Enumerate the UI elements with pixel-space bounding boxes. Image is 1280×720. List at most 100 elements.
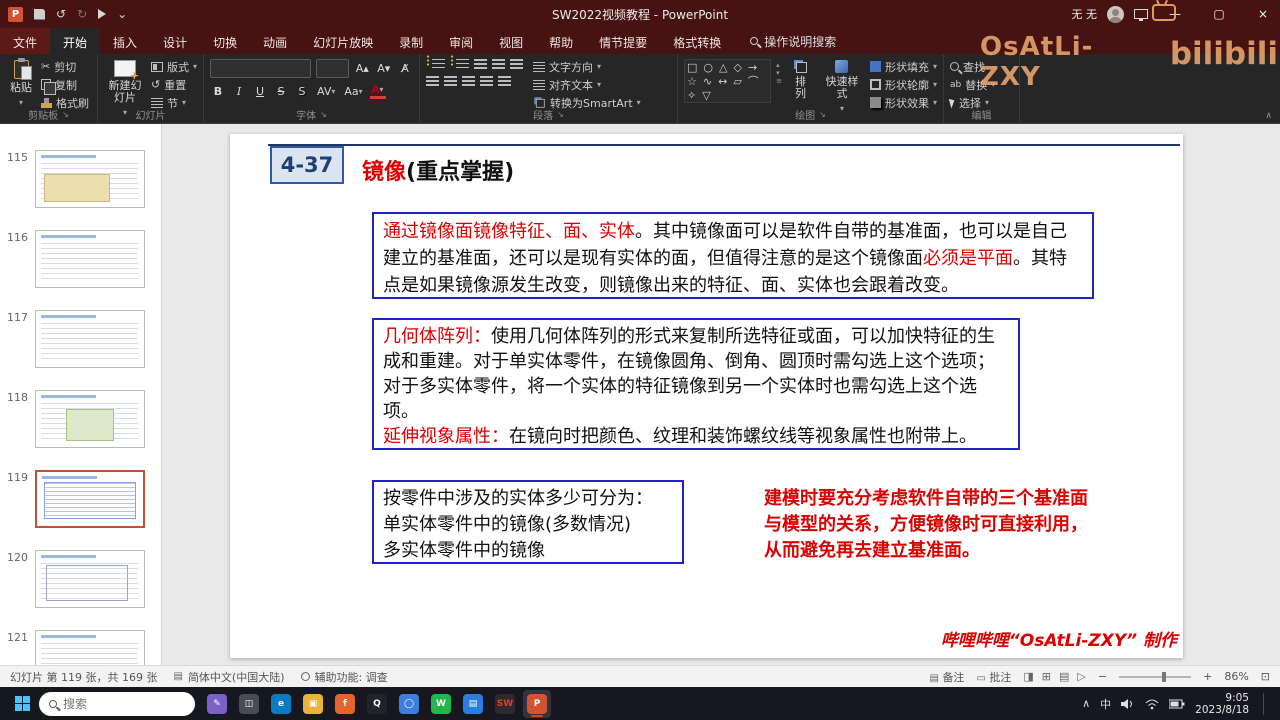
file-explorer-icon[interactable]: ▣	[299, 690, 327, 718]
shape-icon[interactable]: ↔	[718, 76, 727, 88]
wechat-icon[interactable]: W	[427, 690, 455, 718]
bullets-icon[interactable]	[426, 55, 445, 70]
columns-icon[interactable]	[498, 76, 511, 87]
tab-review[interactable]: 审阅	[436, 28, 486, 54]
solidworks-icon[interactable]: SW	[491, 690, 519, 718]
clock[interactable]: 9:05 2023/8/18	[1195, 692, 1249, 716]
search-input[interactable]	[63, 696, 163, 711]
shape-icon[interactable]: →	[748, 62, 757, 74]
change-case-button[interactable]: Aa ▾	[342, 83, 364, 100]
strikethrough-button[interactable]: S	[273, 83, 289, 100]
font-color-button[interactable]: A ▾	[369, 84, 386, 99]
comments-button[interactable]: ▭ 批注	[976, 669, 1011, 685]
line-spacing-icon[interactable]	[510, 59, 523, 70]
ime-indicator[interactable]: 中	[1100, 696, 1111, 712]
font-name-input[interactable]	[210, 59, 312, 78]
ribbon-display-options-icon[interactable]	[1134, 9, 1148, 21]
decrease-indent-icon[interactable]	[474, 59, 487, 70]
shape-icon[interactable]: ○	[703, 62, 713, 74]
qq-icon[interactable]: Q	[363, 690, 391, 718]
slide-thumbnail[interactable]	[35, 630, 145, 665]
notes-button[interactable]: ▤ 备注	[929, 669, 964, 685]
copy-button[interactable]: 复制	[41, 77, 89, 95]
shape-icon[interactable]: ☆	[687, 76, 697, 88]
align-right-icon[interactable]	[462, 76, 475, 87]
tab-storyboard[interactable]: 情节提要	[586, 28, 660, 54]
undo-icon[interactable]: ↺	[56, 8, 66, 20]
zoom-level[interactable]: 86%	[1224, 670, 1248, 683]
character-spacing-button[interactable]: AV ▾	[315, 83, 337, 100]
align-text-button[interactable]: 对齐文本 ▾	[533, 77, 641, 92]
slide-canvas[interactable]: 4-37 镜像(重点掌握) 通过镜像面镜像特征、面、实体。其中镜像面可以是软件自…	[230, 134, 1183, 658]
paste-button[interactable]: 粘贴 ▾	[6, 58, 36, 110]
find-button[interactable]: 查找	[950, 59, 1013, 74]
close-button[interactable]: ×	[1246, 0, 1280, 28]
shape-fill-button[interactable]: 形状填充 ▾	[869, 59, 937, 74]
shape-icon[interactable]: □	[687, 62, 697, 74]
align-left-icon[interactable]	[426, 76, 439, 87]
powerpoint-app-icon[interactable]: P	[8, 6, 23, 22]
cut-button[interactable]: ✂ 剪切	[41, 59, 89, 74]
language-status[interactable]: ▤ 简体中文(中国大陆)	[173, 669, 284, 685]
text-direction-button[interactable]: 文字方向 ▾	[533, 59, 641, 74]
textbox-classification[interactable]: 按零件中涉及的实体多少可分为： 单实体零件中的镜像(多数情况) 多实体零件中的镜…	[372, 480, 684, 564]
start-button[interactable]	[15, 696, 30, 711]
network-icon[interactable]	[1145, 698, 1159, 710]
qat-customize-icon[interactable]: ⌄	[117, 8, 127, 20]
slideshow-view-icon[interactable]: ▷	[1077, 670, 1085, 683]
tab-help[interactable]: 帮助	[536, 28, 586, 54]
replace-button[interactable]: ab 替换 ▾	[950, 77, 1013, 92]
redo-icon[interactable]: ↻	[77, 8, 87, 20]
reset-button[interactable]: ↺ 重置	[151, 77, 197, 92]
collapse-ribbon-icon[interactable]: ∧	[1265, 111, 1272, 121]
underline-button[interactable]: U	[252, 83, 268, 100]
font-size-input[interactable]	[316, 59, 350, 78]
tab-slideshow[interactable]: 幻灯片放映	[300, 28, 386, 54]
taskbar-search[interactable]	[39, 691, 195, 716]
dialog-launcher-icon[interactable]: ↘	[557, 110, 564, 119]
increase-indent-icon[interactable]	[492, 59, 505, 70]
layout-button[interactable]: 版式 ▾	[150, 59, 197, 74]
shape-icon[interactable]: ▽	[702, 90, 710, 102]
slide-thumbnail[interactable]	[35, 310, 145, 368]
powerpoint-icon[interactable]: P	[523, 689, 551, 718]
slide-thumbnail[interactable]	[35, 390, 145, 448]
battery-icon[interactable]	[1169, 699, 1185, 709]
arrange-button[interactable]: 排列	[787, 59, 814, 101]
dialog-launcher-icon[interactable]: ↘	[320, 110, 327, 119]
fit-slide-icon[interactable]: ⊡	[1261, 670, 1270, 683]
volume-icon[interactable]	[1121, 698, 1135, 710]
tab-home[interactable]: 开始	[50, 28, 101, 54]
avatar[interactable]	[1107, 5, 1124, 23]
zoom-out-icon[interactable]: −	[1098, 670, 1107, 683]
tab-record[interactable]: 录制	[386, 28, 436, 54]
text-shadow-button[interactable]: S	[294, 83, 310, 100]
shape-icon[interactable]: △	[719, 62, 727, 74]
slide-number-badge[interactable]: 4-37	[270, 146, 344, 184]
tab-design[interactable]: 设计	[150, 28, 200, 54]
pen-app-icon[interactable]: ✎	[203, 690, 231, 718]
numbering-icon[interactable]	[450, 55, 469, 70]
save-icon[interactable]	[34, 8, 45, 20]
tab-animations[interactable]: 动画	[250, 28, 300, 54]
tab-file[interactable]: 文件	[0, 28, 51, 54]
clear-formatting-icon[interactable]: A̸	[397, 60, 413, 77]
tab-format-convert[interactable]: 格式转换	[660, 28, 734, 54]
align-center-icon[interactable]	[444, 76, 457, 87]
slide-thumbnail[interactable]	[35, 550, 145, 608]
gallery-scroll[interactable]: ▴ ▾ ≡	[776, 59, 782, 87]
shape-icon[interactable]: ∿	[703, 76, 712, 88]
shape-icon[interactable]: ⌒	[748, 76, 759, 88]
shape-outline-button[interactable]: 形状轮廓 ▾	[869, 77, 937, 92]
minimize-button[interactable]: —	[1158, 0, 1192, 28]
normal-view-icon[interactable]: ◨	[1023, 670, 1033, 683]
user-name[interactable]: 无 无	[1072, 6, 1098, 22]
accessibility-status[interactable]: 辅助功能: 调查	[300, 669, 388, 685]
zoom-in-icon[interactable]: +	[1203, 670, 1212, 683]
tab-view[interactable]: 视图	[486, 28, 536, 54]
netdisk-icon[interactable]: ▤	[459, 690, 487, 718]
slide-title[interactable]: 镜像(重点掌握)	[362, 154, 514, 186]
shape-icon[interactable]: ✧	[687, 90, 696, 102]
reading-view-icon[interactable]: ▤	[1059, 670, 1069, 683]
firefox-icon[interactable]: f	[331, 690, 359, 718]
